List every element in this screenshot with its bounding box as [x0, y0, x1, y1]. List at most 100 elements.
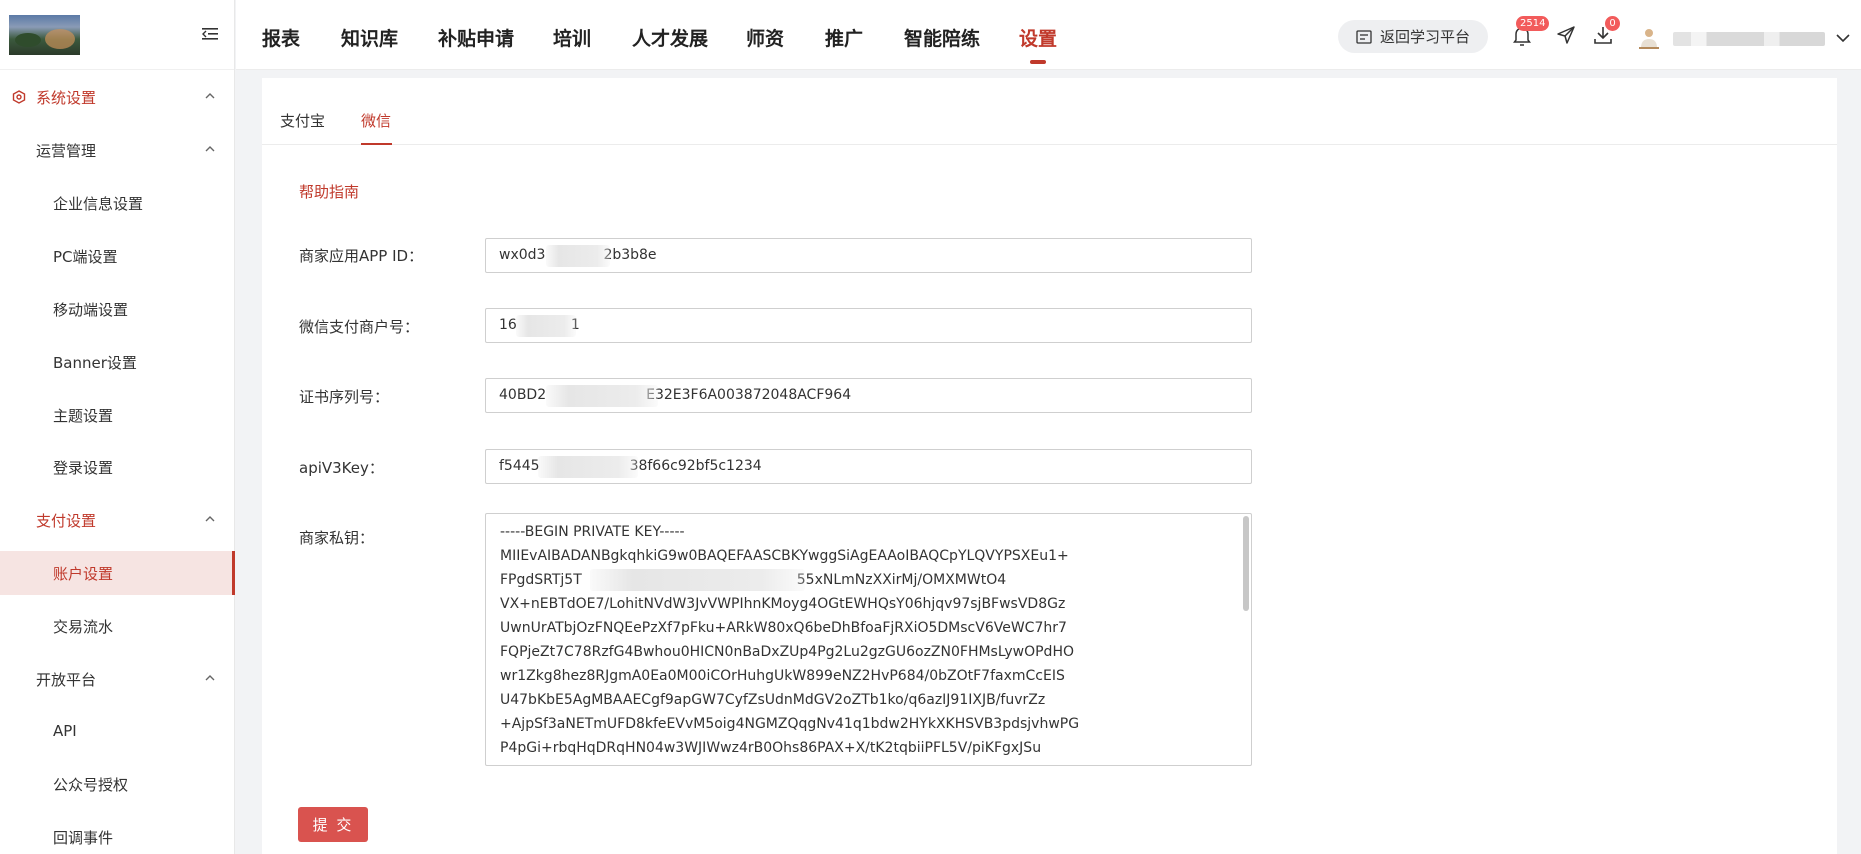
chevron-up-icon [205, 516, 215, 522]
textarea-scrollbar[interactable] [1243, 516, 1249, 611]
sidebar-item-label: 登录设置 [53, 458, 114, 477]
nav-promotion[interactable]: 推广 [825, 24, 863, 51]
cert-serial-input[interactable]: 40BD2 E32E3F6A003872048ACF964 [485, 378, 1252, 413]
api-v3-key-input[interactable]: f5445 38f66c92bf5c1234 [485, 449, 1252, 484]
sidebar-header [0, 0, 234, 70]
sidebar-section-system-settings[interactable]: 系统设置 [0, 75, 235, 119]
sidebar-item-label: 回调事件 [53, 828, 114, 847]
sidebar-item-transactions[interactable]: 交易流水 [0, 604, 235, 648]
private-key-line: -----BEGIN PRIVATE KEY----- [500, 524, 685, 540]
sidebar-item-label: API [53, 722, 77, 740]
return-to-learning-button[interactable]: 返回学习平台 [1338, 20, 1488, 53]
nav-settings[interactable]: 设置 [1019, 24, 1057, 51]
api-v3-key-label: apiV3Key： [299, 459, 384, 477]
send-icon [1557, 26, 1575, 44]
sidebar-item-label: 移动端设置 [53, 300, 129, 319]
nav-reports[interactable]: 报表 [262, 24, 300, 51]
top-nav-bar: 报表 知识库 补贴申请 培训 人才发展 师资 推广 智能陪练 设置 返回学习平台… [236, 0, 1861, 70]
notifications-button[interactable]: 2514 [1512, 16, 1550, 47]
masked-region [590, 569, 805, 591]
app-id-input[interactable]: wx0d3 2b3b8e [485, 238, 1252, 273]
sidebar-group-payment[interactable]: 支付设置 [0, 498, 235, 542]
cert-serial-value-end: E32E3F6A003872048ACF964 [646, 387, 852, 403]
api-v3-key-value-start: f5445 [499, 458, 540, 474]
private-key-line: VX+nEBTdOE7/LohitNVdW3JvVWPIhnKMoyg4OGtE… [500, 596, 1066, 612]
private-key-line-end: 55xNLmNzXXirMj/OMXMWtO4 [796, 572, 1007, 588]
send-button[interactable] [1556, 25, 1578, 47]
private-key-label: 商家私钥： [299, 529, 375, 547]
private-key-textarea[interactable]: -----BEGIN PRIVATE KEY----- MIIEvAIBADAN… [485, 513, 1252, 766]
tab-alipay[interactable]: 支付宝 [280, 110, 325, 131]
user-name-masked[interactable] [1673, 32, 1825, 46]
tab-wechat[interactable]: 微信 [361, 110, 391, 131]
private-key-line: +AjpSf3aNETmUFD8kfeEVvM5oig4NGMZQqgNv41q… [500, 716, 1080, 732]
menu-collapse-icon[interactable] [202, 27, 218, 41]
masked-region [546, 385, 658, 407]
private-key-line: MIIEvAIBADANBgkqhkiG9w0BAQEFAASCBKYwggSi… [500, 548, 1069, 564]
sidebar-group-label: 支付设置 [36, 511, 97, 530]
sidebar-item-label: 公众号授权 [53, 775, 129, 794]
sidebar-item-label: Banner设置 [53, 353, 137, 372]
sidebar-item-account-settings[interactable]: 账户设置 [0, 551, 235, 595]
api-v3-key-value-end: 38f66c92bf5c1234 [629, 458, 762, 474]
nav-training[interactable]: 培训 [553, 24, 591, 51]
sidebar: 系统设置 运营管理 企业信息设置 PC端设置 移动端设置 Banner设置 主题… [0, 0, 235, 854]
masked-region [538, 456, 638, 478]
chevron-up-icon [205, 146, 215, 152]
chevron-up-icon [205, 675, 215, 681]
masked-region [516, 315, 576, 337]
sidebar-item-pc-settings[interactable]: PC端设置 [0, 234, 235, 278]
sidebar-item-label: 交易流水 [53, 617, 114, 636]
private-key-line-start: FPgdSRTj5T [500, 572, 582, 588]
nav-teachers[interactable]: 师资 [746, 24, 784, 51]
private-key-line: FQPjeZt7C78RzfG4Bwhou0HICN0nBaDxZUp4Pg2L… [500, 644, 1074, 660]
sidebar-item-label: 企业信息设置 [53, 194, 144, 213]
sidebar-item-label: 账户设置 [53, 564, 114, 583]
nav-knowledge-base[interactable]: 知识库 [341, 24, 398, 51]
settings-hexagon-icon [12, 90, 26, 104]
sidebar-item-callback-events[interactable]: 回调事件 [0, 815, 235, 854]
app-id-value-start: wx0d3 [499, 247, 546, 263]
merchant-no-value-start: 16 [499, 317, 517, 333]
sidebar-group-open-platform[interactable]: 开放平台 [0, 657, 235, 701]
merchant-no-label: 微信支付商户号： [299, 318, 420, 336]
masked-region [546, 245, 610, 267]
logo[interactable] [9, 15, 80, 55]
submit-button[interactable]: 提 交 [298, 807, 368, 842]
downloads-button[interactable]: 0 [1593, 16, 1620, 47]
sidebar-item-banner-settings[interactable]: Banner设置 [0, 340, 235, 384]
download-badge: 0 [1605, 16, 1620, 31]
sidebar-item-company-info[interactable]: 企业信息设置 [0, 181, 235, 225]
nav-talent[interactable]: 人才发展 [632, 24, 708, 51]
avatar[interactable] [1637, 26, 1661, 50]
payment-tabs: 支付宝 微信 [262, 78, 1837, 145]
sidebar-item-api[interactable]: API [0, 709, 235, 753]
payment-settings-card: 支付宝 微信 帮助指南 商家应用APP ID： wx0d3 2b3b8e 微信支付… [262, 78, 1837, 854]
sidebar-group-operations[interactable]: 运营管理 [0, 128, 235, 172]
help-guide-link[interactable]: 帮助指南 [299, 181, 359, 202]
sidebar-item-official-account[interactable]: 公众号授权 [0, 762, 235, 806]
platform-icon [1356, 29, 1372, 44]
sidebar-item-label: PC端设置 [53, 247, 118, 266]
sidebar-item-label: 主题设置 [53, 406, 114, 425]
sidebar-item-login-settings[interactable]: 登录设置 [0, 445, 235, 489]
chevron-down-icon[interactable] [1836, 33, 1850, 43]
cert-serial-value-start: 40BD2 [499, 387, 547, 403]
cert-serial-label: 证书序列号： [299, 388, 390, 406]
chevron-up-icon [205, 93, 215, 99]
nav-ai-practice[interactable]: 智能陪练 [904, 24, 980, 51]
app-id-value-end: 2b3b8e [603, 247, 657, 263]
nav-subsidy[interactable]: 补贴申请 [438, 24, 514, 51]
sidebar-item-mobile-settings[interactable]: 移动端设置 [0, 287, 235, 331]
private-key-line: wr1Zkg8hez8RJgmA0Ea0M00iCOrHuhgUkW899eNZ… [500, 668, 1065, 684]
sidebar-group-label: 运营管理 [36, 141, 97, 160]
nav-active-indicator [1030, 60, 1046, 64]
private-key-line: FPgdSRTj5T 55xNLmNzXXirMj/OMXMWtO4 [500, 568, 1220, 592]
merchant-no-input[interactable]: 161 [485, 308, 1252, 343]
return-button-label: 返回学习平台 [1379, 28, 1470, 46]
sidebar-item-theme-settings[interactable]: 主题设置 [0, 393, 235, 437]
private-key-line: U47bKbE5AgMBAAECgf9apGW7CyfZsUdnMdGV2oZT… [500, 692, 1046, 708]
tab-active-indicator [361, 143, 392, 145]
sidebar-group-label: 开放平台 [36, 670, 97, 689]
app-id-label: 商家应用APP ID： [299, 247, 424, 265]
